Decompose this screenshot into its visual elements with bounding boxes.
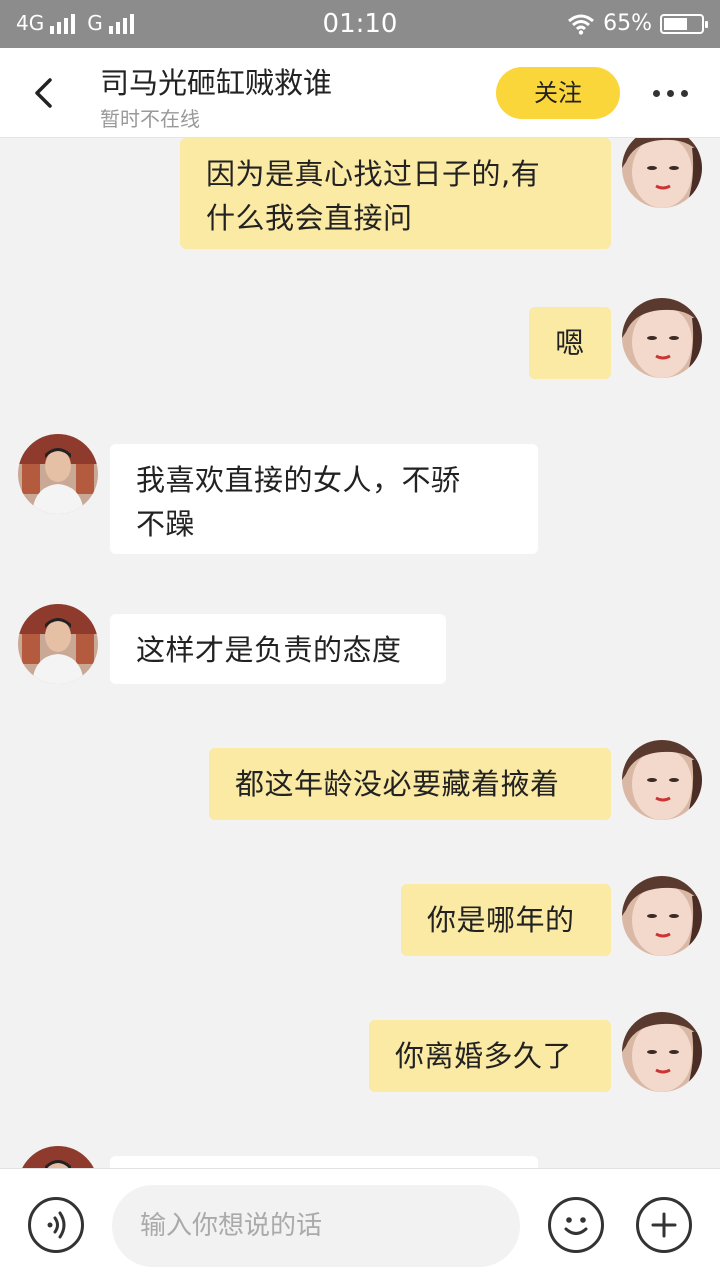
- woman-avatar-icon: [622, 740, 702, 820]
- wifi-icon: [568, 14, 595, 35]
- more-dot: [666, 89, 674, 97]
- my-avatar[interactable]: [622, 740, 702, 820]
- message-bubble-mine[interactable]: 你是哪年的: [401, 884, 611, 956]
- voice-button[interactable]: [28, 1197, 84, 1253]
- plus-button[interactable]: [636, 1197, 692, 1253]
- more-dots-icon: [652, 89, 660, 97]
- contact-avatar[interactable]: [18, 1146, 98, 1168]
- contact-name: 司马光砸缸贼救谁: [100, 66, 333, 100]
- emoji-icon: [564, 1217, 588, 1235]
- message-bubble-theirs[interactable]: 这样才是负责的态度: [110, 614, 446, 684]
- chat-header: 司马光砸缸贼救谁 暂时不在线 关注: [0, 48, 720, 138]
- contact-avatar[interactable]: [18, 604, 98, 684]
- man-avatar-icon: [18, 1146, 98, 1168]
- back-button[interactable]: [22, 70, 68, 116]
- follow-button[interactable]: 关注: [496, 67, 620, 119]
- voice-icon: [47, 1211, 66, 1239]
- online-status: 暂时不在线: [100, 107, 200, 131]
- input-bar: 输入你想说的话: [0, 1168, 720, 1280]
- message-bubble-mine[interactable]: 你离婚多久了: [369, 1020, 611, 1092]
- emoji-button[interactable]: [548, 1197, 604, 1253]
- battery-area: 65%: [567, 11, 708, 36]
- man-avatar-icon: [18, 434, 98, 514]
- woman-avatar-icon: [622, 876, 702, 956]
- my-avatar[interactable]: [622, 298, 702, 378]
- more-button[interactable]: [640, 76, 700, 110]
- battery-icon: [660, 13, 708, 34]
- contact-avatar[interactable]: [18, 434, 98, 514]
- my-avatar[interactable]: [622, 138, 702, 208]
- message-bubble-theirs[interactable]: [110, 1156, 538, 1168]
- battery-percent: 65%: [603, 11, 652, 36]
- woman-avatar-icon: [622, 298, 702, 378]
- man-avatar-icon: [18, 604, 98, 684]
- back-arrow-icon: [35, 78, 52, 108]
- message-input[interactable]: 输入你想说的话: [112, 1185, 520, 1267]
- message-bubble-mine[interactable]: 因为是真心找过日子的,有 什么我会直接问: [180, 138, 611, 249]
- message-bubble-mine[interactable]: 都这年龄没必要藏着掖着: [209, 748, 611, 820]
- woman-avatar-icon: [622, 1012, 702, 1092]
- more-dot: [680, 89, 688, 97]
- message-bubble-theirs[interactable]: 我喜欢直接的女人，不骄 不躁: [110, 444, 538, 554]
- my-avatar[interactable]: [622, 1012, 702, 1092]
- message-list[interactable]: 因为是真心找过日子的,有 什么我会直接问 嗯 我喜欢直接的女人，不骄 不躁 这样…: [0, 138, 720, 1168]
- woman-avatar-icon: [622, 138, 702, 208]
- my-avatar[interactable]: [622, 876, 702, 956]
- message-bubble-mine[interactable]: 嗯: [529, 307, 611, 379]
- status-bar: 4G G 01:10 65%: [0, 0, 720, 48]
- plus-icon: [651, 1212, 677, 1238]
